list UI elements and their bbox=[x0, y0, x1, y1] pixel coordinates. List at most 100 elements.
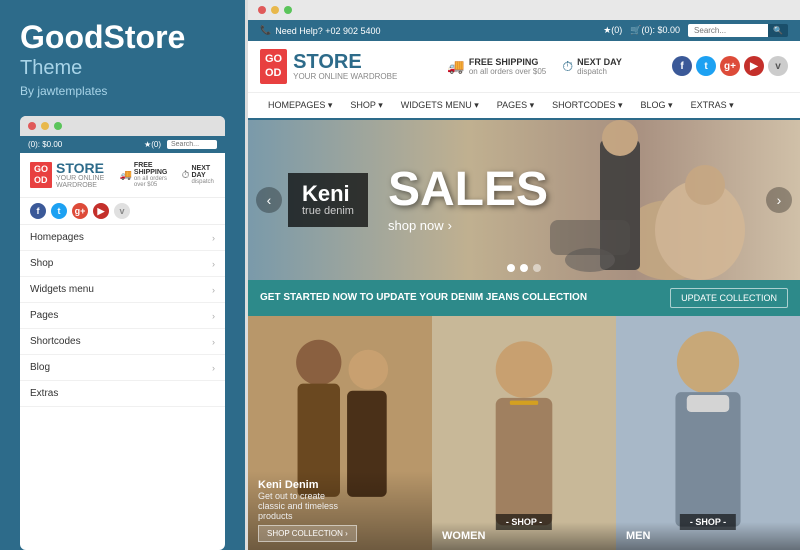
product-grid: Keni Denim Get out to createclassic and … bbox=[248, 316, 800, 550]
mini-browser-bar bbox=[20, 116, 225, 136]
store-facebook-icon[interactable]: f bbox=[672, 56, 692, 76]
mini-logo-store: STORE bbox=[56, 161, 119, 175]
hero-dot-1[interactable] bbox=[507, 264, 515, 272]
product-card-keni-denim: Keni Denim Get out to createclassic and … bbox=[248, 316, 432, 550]
main-area: 📞 Need Help? +02 902 5400 ★(0) 🛒(0): $0.… bbox=[245, 0, 800, 550]
nav-shortcodes[interactable]: SHORTCODES ▾ bbox=[544, 93, 630, 118]
chevron-icon: › bbox=[212, 259, 215, 269]
product-card-women: - SHOP - WOMEN bbox=[432, 316, 616, 550]
mini-browser: (0): $0.00 ★(0) GOOD STORE YOUR ONLINE W… bbox=[20, 116, 225, 550]
store-topbar: 📞 Need Help? +02 902 5400 ★(0) 🛒(0): $0.… bbox=[248, 20, 800, 41]
product-name-men: MEN bbox=[626, 530, 790, 542]
mini-logo: GOOD STORE YOUR ONLINE WARDROBE bbox=[30, 161, 119, 189]
mini-next-day: ⏱ NEXT DAY dispatch bbox=[182, 165, 215, 185]
need-help-text: Need Help? +02 902 5400 bbox=[275, 26, 380, 36]
sidebar-item-blog[interactable]: Blog› bbox=[20, 355, 225, 381]
mini-topbar: (0): $0.00 ★(0) bbox=[20, 136, 225, 153]
product-name-women: WOMEN bbox=[442, 530, 606, 542]
store-topbar-left: 📞 Need Help? +02 902 5400 bbox=[260, 25, 381, 36]
chevron-icon: › bbox=[212, 363, 215, 373]
hero-brand-sub: true denim bbox=[302, 205, 354, 217]
hero-content: Keni true denim SALES shop now › bbox=[248, 166, 588, 233]
store-vimeo-icon[interactable]: v bbox=[768, 56, 788, 76]
store-nav: HOMEPAGES ▾ SHOP ▾ WIDGETS MENU ▾ PAGES … bbox=[248, 93, 800, 120]
mini-logo-area: GOOD STORE YOUR ONLINE WARDROBE 🚚 FREE S… bbox=[20, 153, 225, 198]
store-youtube-icon[interactable]: ▶ bbox=[744, 56, 764, 76]
store-googleplus-icon[interactable]: g+ bbox=[720, 56, 740, 76]
truck-icon: 🚚 bbox=[447, 58, 464, 75]
nav-homepages[interactable]: HOMEPAGES ▾ bbox=[260, 93, 340, 118]
hero-brand: Keni bbox=[302, 183, 354, 205]
feature-free-shipping: 🚚 FREE SHIPPING on all orders over $05 bbox=[447, 57, 546, 76]
clock-icon: ⏱ bbox=[562, 58, 573, 75]
store-features: 🚚 FREE SHIPPING on all orders over $05 ⏱… bbox=[447, 57, 621, 76]
store-name: STORE bbox=[293, 52, 397, 72]
hero-dots bbox=[507, 264, 541, 272]
mini-shipping-area: 🚚 FREE SHIPPING on all orders over $05 ⏱… bbox=[119, 162, 215, 188]
twitter-icon[interactable]: t bbox=[51, 203, 67, 219]
mini-search-input[interactable] bbox=[167, 140, 217, 149]
mini-logo-tagline: YOUR ONLINE WARDROBE bbox=[56, 175, 119, 189]
mini-wishlist: ★(0) bbox=[144, 140, 161, 149]
vimeo-icon[interactable]: v bbox=[114, 203, 130, 219]
product-cta-keni[interactable]: SHOP COLLECTION › bbox=[258, 525, 357, 542]
nav-pages[interactable]: PAGES ▾ bbox=[489, 93, 542, 118]
mini-topbar-right: ★(0) bbox=[144, 140, 217, 149]
main-dot-green[interactable] bbox=[284, 6, 292, 14]
main-dot-yellow[interactable] bbox=[271, 6, 279, 14]
store-social: f t g+ ▶ v bbox=[672, 56, 788, 76]
sidebar-item-shop[interactable]: Shop› bbox=[20, 251, 225, 277]
sidebar-item-pages[interactable]: Pages› bbox=[20, 303, 225, 329]
chevron-icon: › bbox=[212, 285, 215, 295]
store-tagline: YOUR ONLINE WARDROBE bbox=[293, 72, 397, 81]
mini-logo-text: STORE YOUR ONLINE WARDROBE bbox=[56, 161, 119, 189]
product-card-men: - SHOP - MEN bbox=[616, 316, 800, 550]
googleplus-icon[interactable]: g+ bbox=[72, 203, 88, 219]
update-collection-button[interactable]: UPDATE COLLECTION bbox=[670, 288, 788, 308]
mini-social: f t g+ ▶ v bbox=[20, 198, 225, 225]
feature-next-day: ⏱ NEXT DAY dispatch bbox=[562, 57, 622, 76]
mini-nav: Homepages› Shop› Widgets menu› Pages› Sh… bbox=[20, 225, 225, 550]
phone-icon: 📞 bbox=[260, 25, 271, 36]
hero-next-button[interactable]: › bbox=[766, 187, 792, 213]
collection-text: GET STARTED NOW TO UPDATE YOUR DENIM JEA… bbox=[260, 292, 587, 303]
store-search-button[interactable]: 🔍 bbox=[768, 24, 788, 37]
dot-green[interactable] bbox=[54, 122, 62, 130]
product-overlay-keni: Keni Denim Get out to createclassic and … bbox=[248, 471, 432, 550]
store-logo-text: STORE YOUR ONLINE WARDROBE bbox=[293, 52, 397, 81]
clock-icon: ⏱ bbox=[182, 170, 190, 181]
hero-dot-2[interactable] bbox=[520, 264, 528, 272]
hero-banner: ‹ Keni true denim SALES shop now › › bbox=[248, 120, 800, 280]
nav-widgets[interactable]: WIDGETS MENU ▾ bbox=[393, 93, 487, 118]
hero-prev-button[interactable]: ‹ bbox=[256, 187, 282, 213]
theme-author: By jawtemplates bbox=[20, 84, 225, 98]
chevron-icon: › bbox=[212, 337, 215, 347]
nav-blog[interactable]: BLOG ▾ bbox=[633, 93, 681, 118]
sidebar-item-homepages[interactable]: Homepages› bbox=[20, 225, 225, 251]
topbar-cart: 🛒(0): $0.00 bbox=[630, 25, 680, 36]
browser-chrome bbox=[248, 0, 800, 20]
youtube-icon[interactable]: ▶ bbox=[93, 203, 109, 219]
product-overlay-men: MEN bbox=[616, 522, 800, 550]
store-logo: GOOD STORE YOUR ONLINE WARDROBE bbox=[260, 49, 397, 84]
dot-yellow[interactable] bbox=[41, 122, 49, 130]
sidebar-item-widgets[interactable]: Widgets menu› bbox=[20, 277, 225, 303]
hero-text-box: Keni true denim bbox=[288, 173, 368, 227]
store-search-input[interactable] bbox=[688, 24, 768, 37]
nav-shop[interactable]: SHOP ▾ bbox=[342, 93, 390, 118]
sidebar-item-shortcodes[interactable]: Shortcodes› bbox=[20, 329, 225, 355]
arrow-icon: › bbox=[448, 218, 452, 233]
store-topbar-right: ★(0) 🛒(0): $0.00 🔍 bbox=[603, 24, 788, 37]
nav-extras[interactable]: EXTRAS ▾ bbox=[683, 93, 742, 118]
theme-subtitle: Theme bbox=[20, 57, 225, 80]
sidebar-item-extras[interactable]: Extras bbox=[20, 381, 225, 407]
store-logo-box: GOOD bbox=[260, 49, 287, 84]
dot-red[interactable] bbox=[28, 122, 36, 130]
facebook-icon[interactable]: f bbox=[30, 203, 46, 219]
mini-topbar-cart: (0): $0.00 bbox=[28, 140, 62, 149]
store-twitter-icon[interactable]: t bbox=[696, 56, 716, 76]
truck-icon: 🚚 bbox=[119, 170, 131, 181]
hero-shop-now[interactable]: shop now › bbox=[388, 218, 548, 233]
main-dot-red[interactable] bbox=[258, 6, 266, 14]
hero-dot-3[interactable] bbox=[533, 264, 541, 272]
